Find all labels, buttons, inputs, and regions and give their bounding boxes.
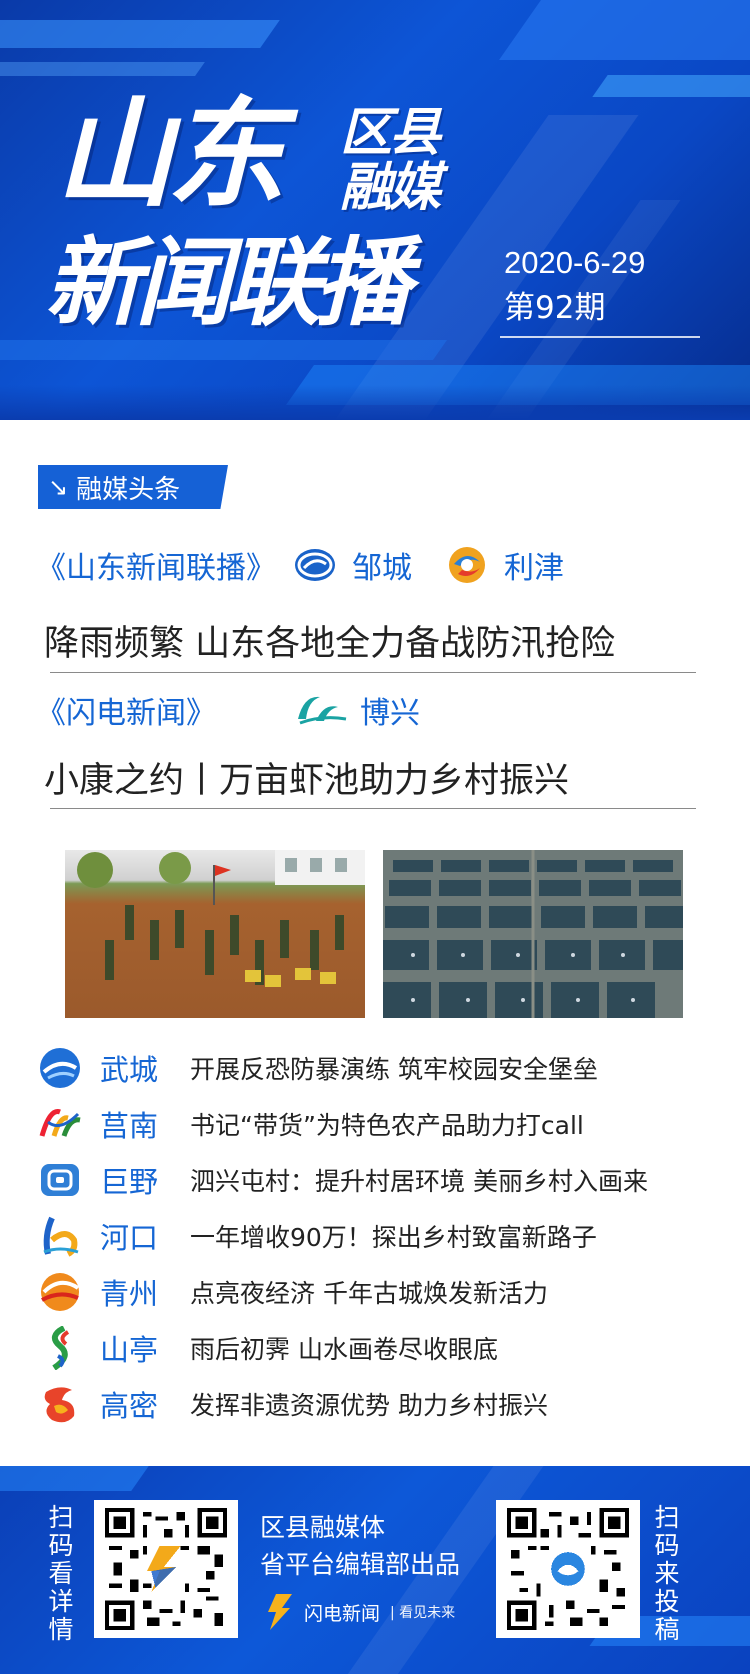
shrimp-ponds-illustration xyxy=(383,850,683,1018)
news-title: 雨后初霁 山水画卷尽收眼底 xyxy=(190,1335,498,1364)
news-title: 发挥非遗资源优势 助力乡村振兴 xyxy=(190,1391,548,1420)
county-name: 山亭 xyxy=(100,1333,159,1367)
decor-stripe xyxy=(592,75,750,97)
source-name[interactable]: 利津 xyxy=(504,543,564,587)
hekou-logo-icon xyxy=(43,1216,79,1257)
qr-code-submit[interactable] xyxy=(496,1500,640,1638)
flood-prevention-illustration xyxy=(77,850,365,987)
title-sub: 新闻联播 xyxy=(45,227,411,339)
shrimp-ponds-photo[interactable] xyxy=(383,850,683,1018)
credit-line-2: 省平台编辑部出品 xyxy=(260,1550,461,1579)
list-item[interactable]: 巨野 泗兴屯村：提升村居环境 美丽乡村入画来 xyxy=(38,1152,718,1208)
lijin-logo-icon xyxy=(449,547,485,583)
zoucheng-logo-icon xyxy=(295,549,335,581)
qr-code-icon xyxy=(105,1508,227,1630)
wucheng-logo-icon xyxy=(40,1048,80,1088)
county-name: 莒南 xyxy=(100,1109,159,1143)
news-title: 点亮夜经济 千年古城焕发新活力 xyxy=(190,1279,548,1308)
news-title: 开展反恐防暴演练 筑牢校园安全堡垒 xyxy=(190,1055,598,1084)
county-name: 巨野 xyxy=(100,1165,159,1199)
section-tag-label: 融媒头条 xyxy=(76,474,181,505)
title-side: 区县 融媒 xyxy=(340,103,441,218)
decor-stripe xyxy=(0,1466,149,1491)
credit-line-1: 区县融媒体 xyxy=(260,1513,386,1542)
news-title: 一年增收90万！探出乡村致富新路子 xyxy=(190,1223,597,1252)
county-news-list: 武城 开展反恐防暴演练 筑牢校园安全堡垒 莒南 书记“带货”为特色农产品助力打c… xyxy=(38,1040,718,1432)
junan-logo-icon xyxy=(39,1109,81,1137)
issue-date: 2020-6-29 xyxy=(504,245,646,280)
shanting-logo-icon xyxy=(51,1326,70,1370)
divider xyxy=(50,808,696,809)
source-name[interactable]: 邹城 xyxy=(352,543,412,587)
source-name[interactable]: 博兴 xyxy=(360,688,420,732)
boxing-logo-icon xyxy=(298,696,347,725)
qr-code-icon xyxy=(507,1508,629,1630)
divider xyxy=(50,672,696,673)
gaomi-logo-icon xyxy=(44,1387,75,1423)
section-tag: ↘ 融媒头条 xyxy=(38,465,228,509)
brand-logo: 闪电新闻 | 看见未来 xyxy=(262,1592,455,1632)
title-side-line1: 区县 xyxy=(340,103,441,163)
list-item[interactable]: 河口 一年增收90万！探出乡村致富新路子 xyxy=(38,1208,718,1264)
scan-submit-label: 扫码来投稿 xyxy=(654,1503,680,1644)
list-item[interactable]: 武城 开展反恐防暴演练 筑牢校园安全堡垒 xyxy=(38,1040,718,1096)
featured-headline[interactable]: 小康之约丨万亩虾池助力乡村振兴 xyxy=(44,752,569,803)
flood-prevention-photo[interactable] xyxy=(65,850,365,1018)
program-title[interactable]: 《闪电新闻》 xyxy=(36,688,294,732)
brand-name: 闪电新闻 xyxy=(304,1602,381,1625)
list-item[interactable]: 莒南 书记“带货”为特色农产品助力打call xyxy=(38,1096,718,1152)
arrow-down-right-icon: ↘ xyxy=(48,473,69,501)
issue-number: 第92期 xyxy=(504,290,606,326)
scan-detail-label: 扫码看详情 xyxy=(48,1503,74,1644)
date-underline xyxy=(500,336,700,338)
featured-headline[interactable]: 降雨频繁 山东各地全力备战防汛抢险 xyxy=(44,615,615,666)
decor-stripe xyxy=(0,340,448,360)
qr-code-detail[interactable] xyxy=(94,1500,238,1638)
brand-slogan: | 看见未来 xyxy=(390,1605,456,1621)
featured-source-row: 《山东新闻联播》 邹城 利津 xyxy=(36,543,598,587)
title-side-line2: 融媒 xyxy=(340,158,441,218)
featured-source-row: 《闪电新闻》 博兴 xyxy=(36,688,454,732)
county-name: 高密 xyxy=(100,1389,159,1423)
news-title: 书记“带货”为特色农产品助力打call xyxy=(190,1111,584,1140)
juye-logo-icon xyxy=(41,1164,79,1196)
decor-stripe xyxy=(498,0,750,60)
header-banner: 山东 区县 融媒 新闻联播 2020-6-29 第92期 xyxy=(0,0,750,420)
lightning-logo-icon xyxy=(268,1594,292,1630)
list-item[interactable]: 高密 发挥非遗资源优势 助力乡村振兴 xyxy=(38,1376,718,1432)
county-name: 武城 xyxy=(100,1053,159,1087)
decor-stripe xyxy=(0,62,205,76)
list-item[interactable]: 青州 点亮夜经济 千年古城焕发新活力 xyxy=(38,1264,718,1320)
title-main: 山东 xyxy=(55,85,285,223)
list-item[interactable]: 山亭 雨后初霁 山水画卷尽收眼底 xyxy=(38,1320,718,1376)
qingzhou-logo-icon xyxy=(41,1273,80,1311)
decor-stripe xyxy=(0,20,280,48)
news-title: 泗兴屯村：提升村居环境 美丽乡村入画来 xyxy=(190,1167,648,1196)
county-name: 河口 xyxy=(100,1221,159,1255)
county-name: 青州 xyxy=(100,1277,159,1311)
decor-glow xyxy=(0,385,750,420)
program-title[interactable]: 《山东新闻联播》 xyxy=(36,543,294,587)
